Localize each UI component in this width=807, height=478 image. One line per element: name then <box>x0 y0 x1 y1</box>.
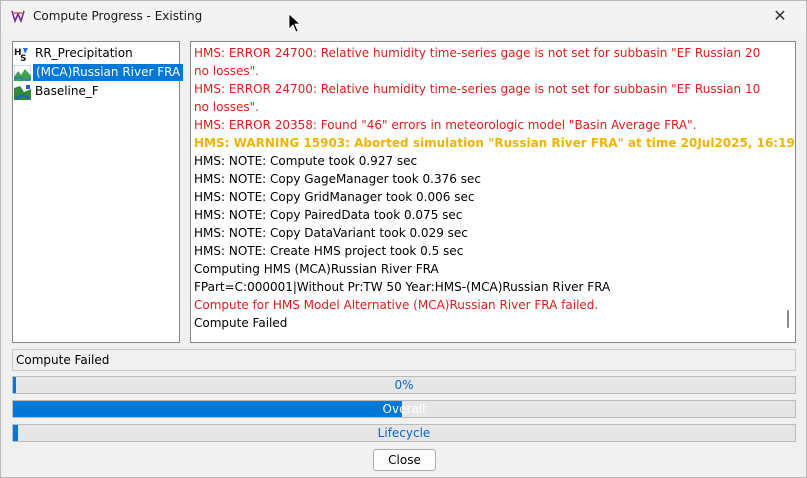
window-title: Compute Progress - Existing <box>33 9 203 23</box>
tree-item-label: RR_Precipitation <box>35 46 133 60</box>
title-bar[interactable]: Compute Progress - Existing ✕ <box>1 1 806 33</box>
log-line-note: FPart=C:000001|Without Pr:TW 50 Year:HMS… <box>194 280 611 294</box>
tree-item-rr-precipitation[interactable]: H S RR_Precipitation <box>14 44 179 63</box>
tree-item-mca-russian-river-fra[interactable]: (MCA)Russian River FRA <box>14 63 184 82</box>
log-line-error: Compute for HMS Model Alternative (MCA)R… <box>194 298 599 312</box>
status-text: Compute Failed <box>12 349 796 371</box>
app-icon <box>11 10 25 23</box>
svg-text:S: S <box>20 54 26 62</box>
log-line-error: HMS: ERROR 20358: Found "46" errors in m… <box>194 118 697 132</box>
log-line-note: HMS: NOTE: Copy GridManager took 0.006 s… <box>194 190 475 204</box>
compute-log[interactable]: HMS: ERROR 24700: Relative humidity time… <box>190 41 796 343</box>
log-line-warn: HMS: WARNING 15903: Aborted simulation "… <box>194 136 796 150</box>
progress-label: 0% <box>394 378 414 392</box>
log-line-note: Computing HMS (MCA)Russian River FRA <box>194 262 439 276</box>
close-icon[interactable]: ✕ <box>768 5 792 29</box>
log-line-error: no losses". <box>194 100 259 114</box>
log-line-error: HMS: ERROR 24700: Relative humidity time… <box>194 46 761 60</box>
progress-label: Lifecycle <box>377 426 431 440</box>
tree-item-baseline-f[interactable]: Baseline_F <box>14 82 179 101</box>
tree-item-label: Baseline_F <box>35 84 99 98</box>
overall-progress-bar: Overall <box>12 400 796 418</box>
log-line-note: HMS: NOTE: Copy GageManager took 0.376 s… <box>194 172 481 186</box>
log-line-note: HMS: NOTE: Compute took 0.927 sec <box>194 154 418 168</box>
log-scrollbar[interactable] <box>783 44 793 340</box>
progress-label: Overall <box>382 402 426 416</box>
log-line-note: HMS: NOTE: Copy DataVariant took 0.029 s… <box>194 226 468 240</box>
scrollbar-thumb[interactable] <box>787 310 789 328</box>
lifecycle-progress-bar: Lifecycle <box>12 424 796 442</box>
mouse-cursor-icon <box>288 13 302 33</box>
log-line-note: HMS: NOTE: Create HMS project took 0.5 s… <box>194 244 464 258</box>
model-tree[interactable]: H S RR_Precipitation (MCA)Russian River … <box>12 41 184 343</box>
compute-progress-window: Compute Progress - Existing ✕ H S RR_Pre… <box>0 0 807 478</box>
log-lines: HMS: ERROR 24700: Relative humidity time… <box>194 44 796 332</box>
terrain-icon <box>14 64 31 81</box>
close-button[interactable]: Close <box>373 449 436 471</box>
ras-icon <box>14 83 31 100</box>
log-line-error: no losses". <box>194 64 259 78</box>
hms-icon: H S <box>14 45 31 62</box>
current-progress-bar: 0% <box>12 376 796 394</box>
log-line-error: HMS: ERROR 24700: Relative humidity time… <box>194 82 761 96</box>
tree-item-label: (MCA)Russian River FRA <box>33 64 184 81</box>
log-line-note: HMS: NOTE: Copy PairedData took 0.075 se… <box>194 208 463 222</box>
log-line-note: Compute Failed <box>194 316 288 330</box>
